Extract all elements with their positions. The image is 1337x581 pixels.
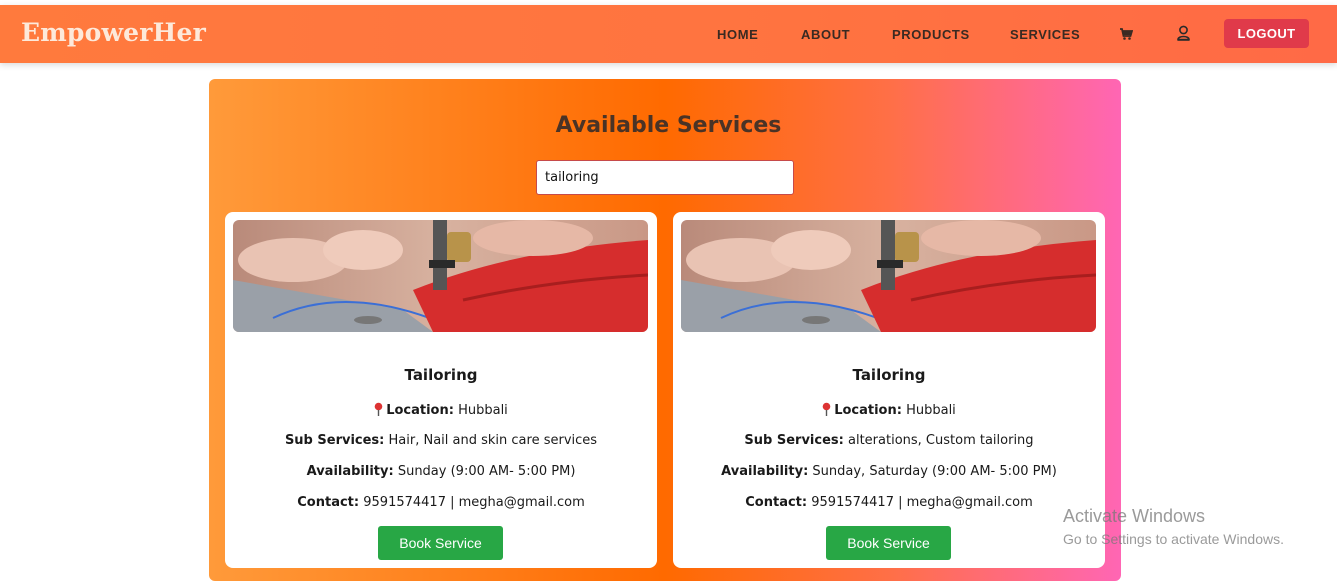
availability-label: Availability: bbox=[721, 464, 809, 479]
contact-value: 9591574417 | megha@gmail.com bbox=[363, 495, 585, 510]
cart-icon[interactable] bbox=[1119, 26, 1135, 42]
location-pin-icon bbox=[822, 402, 831, 420]
location-value: Hubbali bbox=[458, 403, 508, 418]
service-availability: Availability: Sunday (9:00 AM- 5:00 PM) bbox=[225, 464, 657, 479]
service-title: Tailoring bbox=[404, 366, 478, 384]
service-title: Tailoring bbox=[852, 366, 926, 384]
location-label: Location: bbox=[386, 403, 454, 418]
activation-watermark-subtitle: Go to Settings to activate Windows. bbox=[1063, 531, 1284, 547]
availability-value: Sunday (9:00 AM- 5:00 PM) bbox=[397, 464, 576, 479]
nav-services[interactable]: SERVICES bbox=[1010, 27, 1080, 42]
service-availability: Availability: Sunday, Saturday (9:00 AM-… bbox=[673, 464, 1105, 479]
availability-value: Sunday, Saturday (9:00 AM- 5:00 PM) bbox=[812, 464, 1057, 479]
user-icon[interactable] bbox=[1176, 25, 1192, 41]
nav-home[interactable]: HOME bbox=[717, 27, 758, 42]
service-card: Tailoring Location: Hubbali Sub Services… bbox=[673, 212, 1105, 568]
navbar: EmpowerHer HOME ABOUT PRODUCTS SERVICES … bbox=[0, 5, 1337, 63]
location-pin-icon bbox=[374, 402, 383, 420]
activation-watermark-title: Activate Windows bbox=[1063, 506, 1206, 526]
location-label: Location: bbox=[834, 403, 902, 418]
logout-button[interactable]: LOGOUT bbox=[1224, 19, 1309, 48]
book-service-button[interactable]: Book Service bbox=[378, 526, 503, 560]
contact-label: Contact: bbox=[745, 495, 808, 510]
subservices-value: alterations, Custom tailoring bbox=[848, 433, 1034, 448]
service-contact: Contact: 9591574417 | megha@gmail.com bbox=[673, 495, 1105, 510]
nav-about[interactable]: ABOUT bbox=[801, 27, 850, 42]
service-card: Tailoring Location: Hubbali Sub Services… bbox=[225, 212, 657, 568]
contact-value: 9591574417 | megha@gmail.com bbox=[811, 495, 1033, 510]
subservices-label: Sub Services: bbox=[744, 433, 844, 448]
service-image bbox=[233, 220, 648, 332]
subservices-label: Sub Services: bbox=[284, 433, 385, 448]
contact-label: Contact: bbox=[297, 495, 360, 510]
service-image bbox=[681, 220, 1096, 332]
service-subservices: Sub Services: Hair, Nail and skin care s… bbox=[225, 433, 657, 448]
service-location: Location: Hubbali bbox=[225, 402, 657, 420]
availability-label: Availability: bbox=[306, 464, 394, 479]
brand-logo[interactable]: EmpowerHer bbox=[21, 18, 206, 47]
page-title: Available Services bbox=[555, 113, 782, 138]
search-input[interactable] bbox=[536, 160, 794, 195]
book-service-button[interactable]: Book Service bbox=[826, 526, 951, 560]
nav-products[interactable]: PRODUCTS bbox=[892, 27, 970, 42]
service-subservices: Sub Services: alterations, Custom tailor… bbox=[673, 433, 1105, 448]
location-value: Hubbali bbox=[906, 403, 956, 418]
service-location: Location: Hubbali bbox=[673, 402, 1105, 420]
subservices-value: Hair, Nail and skin care services bbox=[388, 433, 598, 448]
service-contact: Contact: 9591574417 | megha@gmail.com bbox=[225, 495, 657, 510]
